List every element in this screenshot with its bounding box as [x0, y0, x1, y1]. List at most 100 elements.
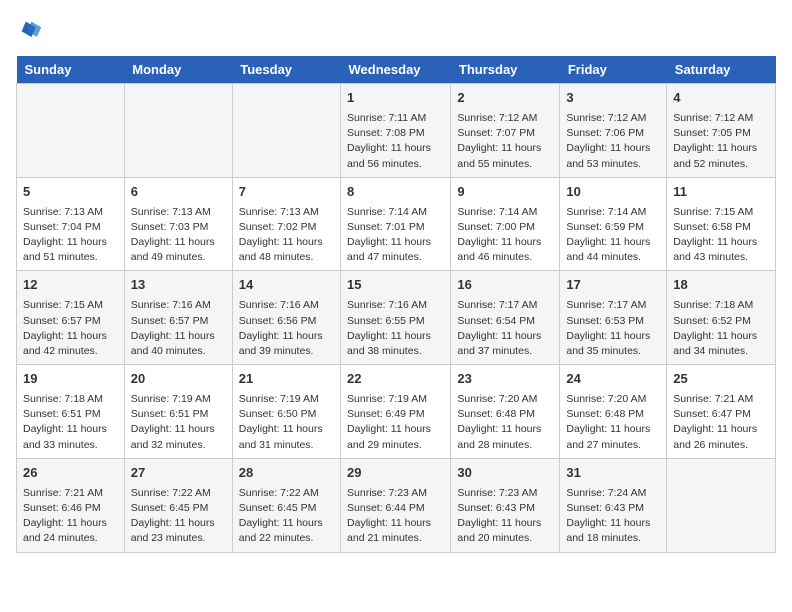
page-header: [16, 16, 776, 44]
calendar-cell: 15 Sunrise: 7:16 AM Sunset: 6:55 PM Dayli…: [341, 271, 451, 365]
calendar-cell: 18 Sunrise: 7:18 AM Sunset: 6:52 PM Dayli…: [667, 271, 776, 365]
day-info: Sunrise: 7:18 AM Sunset: 6:52 PM Dayligh…: [673, 298, 769, 359]
calendar-cell: 30 Sunrise: 7:23 AM Sunset: 6:43 PM Dayli…: [451, 458, 560, 552]
calendar-cell: [17, 84, 125, 178]
day-number: 11: [673, 183, 769, 202]
day-info: Sunrise: 7:13 AM Sunset: 7:02 PM Dayligh…: [239, 205, 334, 266]
day-number: 14: [239, 276, 334, 295]
calendar-cell: 26 Sunrise: 7:21 AM Sunset: 6:46 PM Dayli…: [17, 458, 125, 552]
day-number: 6: [131, 183, 226, 202]
calendar-cell: 8 Sunrise: 7:14 AM Sunset: 7:01 PM Daylig…: [341, 177, 451, 271]
calendar-week-row: 19 Sunrise: 7:18 AM Sunset: 6:51 PM Dayli…: [17, 365, 776, 459]
day-number: 10: [566, 183, 660, 202]
day-number: 2: [457, 89, 553, 108]
calendar-cell: 13 Sunrise: 7:16 AM Sunset: 6:57 PM Dayli…: [124, 271, 232, 365]
day-info: Sunrise: 7:14 AM Sunset: 7:01 PM Dayligh…: [347, 205, 444, 266]
day-info: Sunrise: 7:21 AM Sunset: 6:47 PM Dayligh…: [673, 392, 769, 453]
day-info: Sunrise: 7:16 AM Sunset: 6:55 PM Dayligh…: [347, 298, 444, 359]
calendar-cell: 20Sunrise: 7:19 AM Sunset: 6:51 PM Dayli…: [124, 365, 232, 459]
calendar-cell: 17 Sunrise: 7:17 AM Sunset: 6:53 PM Dayli…: [560, 271, 667, 365]
calendar-cell: 10 Sunrise: 7:14 AM Sunset: 6:59 PM Dayli…: [560, 177, 667, 271]
day-info: Sunrise: 7:15 AM Sunset: 6:58 PM Dayligh…: [673, 205, 769, 266]
day-number: 1: [347, 89, 444, 108]
calendar-cell: 22 Sunrise: 7:19 AM Sunset: 6:49 PM Dayli…: [341, 365, 451, 459]
day-number: 18: [673, 276, 769, 295]
day-info: Sunrise: 7:19 AM Sunset: 6:51 PM Dayligh…: [131, 392, 226, 453]
day-info: Sunrise: 7:17 AM Sunset: 6:54 PM Dayligh…: [457, 298, 553, 359]
day-number: 3: [566, 89, 660, 108]
day-number: 29: [347, 464, 444, 483]
day-number: 26: [23, 464, 118, 483]
day-info: Sunrise: 7:21 AM Sunset: 6:46 PM Dayligh…: [23, 486, 118, 547]
calendar-cell: [124, 84, 232, 178]
day-info: Sunrise: 7:16 AM Sunset: 6:56 PM Dayligh…: [239, 298, 334, 359]
day-number: 28: [239, 464, 334, 483]
day-number: 24: [566, 370, 660, 389]
day-info: Sunrise: 7:23 AM Sunset: 6:44 PM Dayligh…: [347, 486, 444, 547]
day-info: Sunrise: 7:24 AM Sunset: 6:43 PM Dayligh…: [566, 486, 660, 547]
calendar-cell: [667, 458, 776, 552]
calendar-week-row: 1 Sunrise: 7:11 AM Sunset: 7:08 PM Daylig…: [17, 84, 776, 178]
day-number: 31: [566, 464, 660, 483]
day-number: 25: [673, 370, 769, 389]
weekday-header: Tuesday: [232, 56, 340, 84]
calendar-cell: 4Sunrise: 7:12 AM Sunset: 7:05 PM Daylig…: [667, 84, 776, 178]
calendar-cell: 11 Sunrise: 7:15 AM Sunset: 6:58 PM Dayli…: [667, 177, 776, 271]
logo-icon: [16, 16, 44, 44]
day-number: 5: [23, 183, 118, 202]
calendar-cell: 31 Sunrise: 7:24 AM Sunset: 6:43 PM Dayli…: [560, 458, 667, 552]
day-info: Sunrise: 7:14 AM Sunset: 7:00 PM Dayligh…: [457, 205, 553, 266]
day-info: Sunrise: 7:20 AM Sunset: 6:48 PM Dayligh…: [566, 392, 660, 453]
day-number: 7: [239, 183, 334, 202]
calendar-cell: 19 Sunrise: 7:18 AM Sunset: 6:51 PM Dayli…: [17, 365, 125, 459]
calendar-cell: 23Sunrise: 7:20 AM Sunset: 6:48 PM Dayli…: [451, 365, 560, 459]
day-number: 17: [566, 276, 660, 295]
day-info: Sunrise: 7:11 AM Sunset: 7:08 PM Dayligh…: [347, 111, 444, 172]
day-number: 4: [673, 89, 769, 108]
calendar-cell: 7 Sunrise: 7:13 AM Sunset: 7:02 PM Daylig…: [232, 177, 340, 271]
day-number: 23: [457, 370, 553, 389]
day-info: Sunrise: 7:23 AM Sunset: 6:43 PM Dayligh…: [457, 486, 553, 547]
calendar-header-row: SundayMondayTuesdayWednesdayThursdayFrid…: [17, 56, 776, 84]
weekday-header: Thursday: [451, 56, 560, 84]
calendar-cell: 12 Sunrise: 7:15 AM Sunset: 6:57 PM Dayli…: [17, 271, 125, 365]
calendar-cell: 6 Sunrise: 7:13 AM Sunset: 7:03 PM Daylig…: [124, 177, 232, 271]
logo: [16, 16, 48, 44]
calendar-cell: 28 Sunrise: 7:22 AM Sunset: 6:45 PM Dayli…: [232, 458, 340, 552]
calendar-cell: 3 Sunrise: 7:12 AM Sunset: 7:06 PM Daylig…: [560, 84, 667, 178]
day-number: 22: [347, 370, 444, 389]
day-info: Sunrise: 7:22 AM Sunset: 6:45 PM Dayligh…: [131, 486, 226, 547]
day-info: Sunrise: 7:18 AM Sunset: 6:51 PM Dayligh…: [23, 392, 118, 453]
day-number: 21: [239, 370, 334, 389]
day-number: 30: [457, 464, 553, 483]
calendar-week-row: 26 Sunrise: 7:21 AM Sunset: 6:46 PM Dayli…: [17, 458, 776, 552]
weekday-header: Wednesday: [341, 56, 451, 84]
calendar-cell: 14 Sunrise: 7:16 AM Sunset: 6:56 PM Dayli…: [232, 271, 340, 365]
weekday-header: Saturday: [667, 56, 776, 84]
day-info: Sunrise: 7:14 AM Sunset: 6:59 PM Dayligh…: [566, 205, 660, 266]
day-info: Sunrise: 7:15 AM Sunset: 6:57 PM Dayligh…: [23, 298, 118, 359]
day-info: Sunrise: 7:12 AM Sunset: 7:07 PM Dayligh…: [457, 111, 553, 172]
day-number: 12: [23, 276, 118, 295]
day-number: 8: [347, 183, 444, 202]
day-info: Sunrise: 7:17 AM Sunset: 6:53 PM Dayligh…: [566, 298, 660, 359]
calendar-cell: 29 Sunrise: 7:23 AM Sunset: 6:44 PM Dayli…: [341, 458, 451, 552]
calendar-week-row: 5Sunrise: 7:13 AM Sunset: 7:04 PM Daylig…: [17, 177, 776, 271]
day-info: Sunrise: 7:13 AM Sunset: 7:03 PM Dayligh…: [131, 205, 226, 266]
weekday-header: Sunday: [17, 56, 125, 84]
calendar-cell: 21Sunrise: 7:19 AM Sunset: 6:50 PM Dayli…: [232, 365, 340, 459]
day-info: Sunrise: 7:19 AM Sunset: 6:49 PM Dayligh…: [347, 392, 444, 453]
calendar-cell: [232, 84, 340, 178]
day-number: 13: [131, 276, 226, 295]
calendar-table: SundayMondayTuesdayWednesdayThursdayFrid…: [16, 56, 776, 553]
day-number: 15: [347, 276, 444, 295]
day-info: Sunrise: 7:16 AM Sunset: 6:57 PM Dayligh…: [131, 298, 226, 359]
calendar-cell: 16 Sunrise: 7:17 AM Sunset: 6:54 PM Dayli…: [451, 271, 560, 365]
day-info: Sunrise: 7:12 AM Sunset: 7:06 PM Dayligh…: [566, 111, 660, 172]
calendar-cell: 25 Sunrise: 7:21 AM Sunset: 6:47 PM Dayli…: [667, 365, 776, 459]
calendar-cell: 27Sunrise: 7:22 AM Sunset: 6:45 PM Dayli…: [124, 458, 232, 552]
day-number: 16: [457, 276, 553, 295]
day-info: Sunrise: 7:22 AM Sunset: 6:45 PM Dayligh…: [239, 486, 334, 547]
day-number: 19: [23, 370, 118, 389]
calendar-week-row: 12 Sunrise: 7:15 AM Sunset: 6:57 PM Dayli…: [17, 271, 776, 365]
